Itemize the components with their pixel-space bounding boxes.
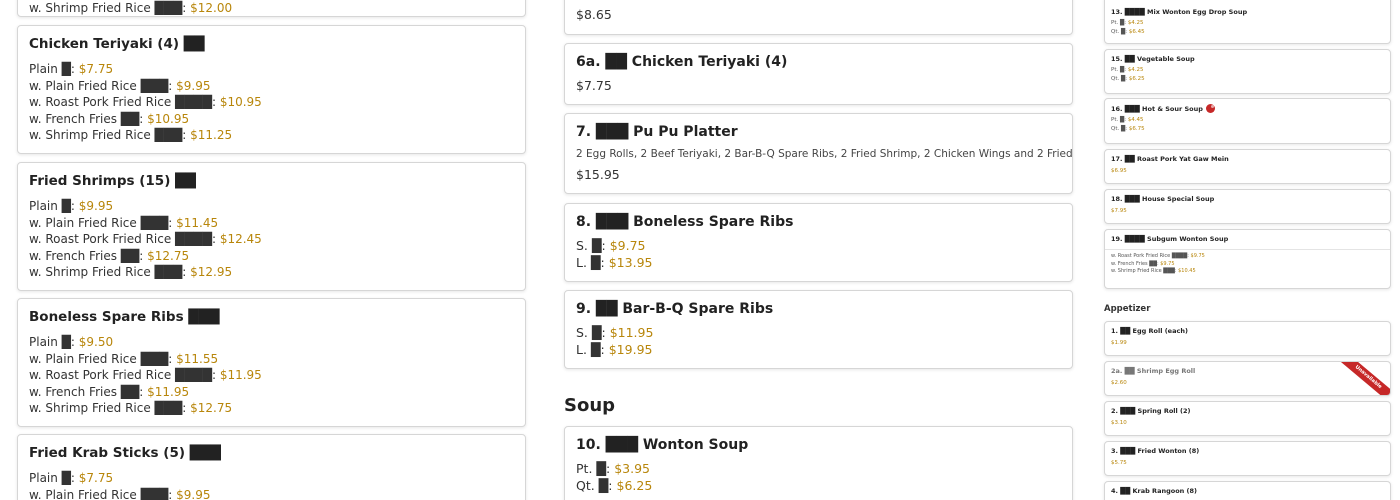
item-title: Fried Krab Sticks (5) ███ (29, 445, 221, 461)
price-row: S. █: $11.95 (576, 325, 654, 340)
item-title: 17. ██ Roast Pork Yat Gaw Mein (1111, 155, 1229, 163)
menu-item-8[interactable]: 8. ███ Boneless Spare Ribs S. █: $9.75 L… (564, 203, 1073, 282)
section-heading-appetizer: Appetizer (1104, 304, 1151, 314)
item-title: 19. ████ Subgum Wonton Soup (1111, 235, 1229, 243)
price-row: w. Roast Pork Fried Rice ████: $9.75 (1111, 253, 1205, 259)
price-row: Plain █: $7.75 (29, 471, 114, 485)
menu-item-app-2[interactable]: 2. ███ Spring Roll (2) $3.10 (1104, 401, 1391, 436)
item-title: 2a. ██ Shrimp Egg Roll (1111, 367, 1196, 375)
price-row: w. Plain Fried Rice ███: $9.95 (29, 78, 211, 93)
menu-item-18[interactable]: 18. ███ House Special Soup $7.95 (1104, 189, 1391, 224)
price-row: Plain █: $9.50 (29, 335, 114, 349)
price-row: w. Shrimp Fried Rice ███: $12.75 (29, 401, 233, 415)
menu-item-card[interactable]: $8.65 (564, 0, 1073, 35)
item-price: $6.95 (1111, 168, 1127, 174)
menu-item-6a[interactable]: 6a. ██ Chicken Teriyaki (4) $7.75 (564, 43, 1073, 105)
price-row: Qt. █: $6.45 (1111, 28, 1145, 35)
price-row: w. French Fries ██: $12.75 (29, 248, 190, 263)
price-row: Pt. █: $4.25 (1111, 20, 1144, 26)
item-title: Boneless Spare Ribs ███ (29, 309, 220, 325)
item-title: 1. ██ Egg Roll (each) (1111, 327, 1188, 335)
menu-item-10[interactable]: 10. ███ Wonton Soup Pt. █: $3.95 Qt. █: … (564, 426, 1073, 500)
menu-item-chicken-teriyaki[interactable]: Chicken Teriyaki (4) ██ Plain █: $7.75 w… (17, 25, 526, 154)
price-row: Pt. █: $4.45 (1111, 117, 1144, 123)
item-description: 2 Egg Rolls, 2 Beef Teriyaki, 2 Bar-B-Q … (576, 148, 1073, 160)
item-price: $7.75 (576, 78, 612, 93)
menu-item-17[interactable]: 17. ██ Roast Pork Yat Gaw Mein $6.95 (1104, 149, 1391, 184)
item-title: 6a. ██ Chicken Teriyaki (4) (576, 54, 788, 70)
price-row: Plain █: $7.75 (29, 62, 114, 76)
item-title: 4. ██ Krab Rangoon (8) (1111, 487, 1198, 495)
price-row: w. French Fries ██: $9.75 (1111, 260, 1175, 267)
menu-item-app-2a[interactable]: 2a. ██ Shrimp Egg Roll $2.60 Unavailable (1104, 361, 1391, 396)
item-price: $15.95 (576, 167, 620, 182)
item-price: $8.65 (576, 7, 612, 22)
menu-item-boneless-spare-ribs[interactable]: Boneless Spare Ribs ███ Plain █: $9.50 w… (17, 298, 526, 427)
menu-item-app-1[interactable]: 1. ██ Egg Roll (each) $1.99 (1104, 321, 1391, 356)
price-row: Pt. █: $3.95 (576, 461, 650, 476)
item-price: $1.99 (1111, 340, 1127, 346)
price-row: w. Roast Pork Fried Rice ████: $10.95 (29, 95, 262, 109)
item-title: 9. ██ Bar-B-Q Spare Ribs (576, 301, 774, 317)
price-row: L. █: $13.95 (576, 254, 653, 270)
item-title: 16. ███ Hot & Sour Soup (1111, 104, 1203, 113)
menu-item-9[interactable]: 9. ██ Bar-B-Q Spare Ribs S. █: $11.95 L.… (564, 290, 1073, 369)
menu-item-15[interactable]: 15. ██ Vegetable Soup Pt. █: $4.25 Qt. █… (1104, 49, 1391, 94)
price-row: w. Shrimp Fried Rice ███: $10.45 (1111, 268, 1196, 274)
price-row: w. Plain Fried Rice ███: $11.45 (29, 215, 219, 230)
item-title: 2. ███ Spring Roll (2) (1111, 407, 1191, 415)
price-row: w. Plain Fried Rice ███: $9.95 (29, 487, 211, 500)
price-row: w. French Fries ██: $10.95 (29, 111, 190, 126)
price-row: w. Shrimp Fried Rice ███: $12.95 (29, 265, 233, 279)
price-row: S. █: $9.75 (576, 238, 646, 253)
item-title: 10. ███ Wonton Soup (576, 437, 749, 453)
menu-item-13[interactable]: 13. ████ Mix Wonton Egg Drop Soup Pt. █:… (1104, 0, 1391, 44)
item-title: 3. ███ Fried Wonton (8) (1111, 447, 1200, 455)
price-row: w. French Fries ██: $11.95 (29, 384, 190, 399)
item-title: Fried Shrimps (15) ██ (29, 173, 196, 189)
item-title-row: 16. ███ Hot & Sour Soup (1111, 104, 1384, 113)
item-title: 18. ███ House Special Soup (1111, 195, 1215, 203)
menu-item-16[interactable]: 16. ███ Hot & Sour Soup Pt. █: $4.45 Qt.… (1104, 98, 1391, 144)
price-row: w. Roast Pork Fried Rice ████: $12.45 (29, 232, 262, 246)
price-row: w. Shrimp Fried Rice ███: $11.25 (29, 128, 233, 142)
menu-item-fried-shrimps[interactable]: Fried Shrimps (15) ██ Plain █: $9.95 w. … (17, 162, 526, 291)
item-price: $7.95 (1111, 208, 1127, 214)
item-title: 7. ███ Pu Pu Platter (576, 124, 738, 140)
price-row: Qt. █: $6.25 (1111, 75, 1145, 82)
price-row: w. Shrimp Fried Rice ███: $12.00 (29, 1, 233, 15)
price-row: w. Plain Fried Rice ███: $11.55 (29, 351, 219, 366)
item-price: $5.75 (1111, 460, 1127, 466)
item-title: 13. ████ Mix Wonton Egg Drop Soup (1111, 8, 1248, 16)
price-row: w. Roast Pork Fried Rice ████: $11.95 (29, 368, 262, 382)
item-price: $2.60 (1111, 380, 1127, 386)
menu-item-19[interactable]: 19. ████ Subgum Wonton Soup w. Roast Por… (1104, 229, 1391, 289)
menu-item-7[interactable]: 7. ███ Pu Pu Platter 2 Egg Rolls, 2 Beef… (564, 113, 1073, 194)
item-title: 8. ███ Boneless Spare Ribs (576, 214, 794, 230)
menu-item-fried-krab-sticks[interactable]: Fried Krab Sticks (5) ███ Plain █: $7.75… (17, 434, 526, 500)
price-row: Plain █: $9.95 (29, 199, 114, 213)
chili-icon (1205, 104, 1215, 113)
price-row: Pt. █: $4.25 (1111, 67, 1144, 73)
menu-item-card[interactable]: w. Shrimp Fried Rice ███: $12.00 (17, 0, 526, 17)
item-title: Chicken Teriyaki (4) ██ (29, 36, 205, 52)
item-title: 15. ██ Vegetable Soup (1111, 55, 1195, 63)
item-price: $3.10 (1111, 420, 1127, 426)
price-row: Qt. █: $6.75 (1111, 125, 1145, 132)
section-heading-soup: Soup (564, 395, 616, 416)
price-row: Qt. █: $6.25 (576, 477, 653, 493)
menu-item-app-4[interactable]: 4. ██ Krab Rangoon (8) (1104, 481, 1391, 500)
price-row: L. █: $19.95 (576, 341, 653, 357)
menu-item-app-3[interactable]: 3. ███ Fried Wonton (8) $5.75 (1104, 441, 1391, 476)
